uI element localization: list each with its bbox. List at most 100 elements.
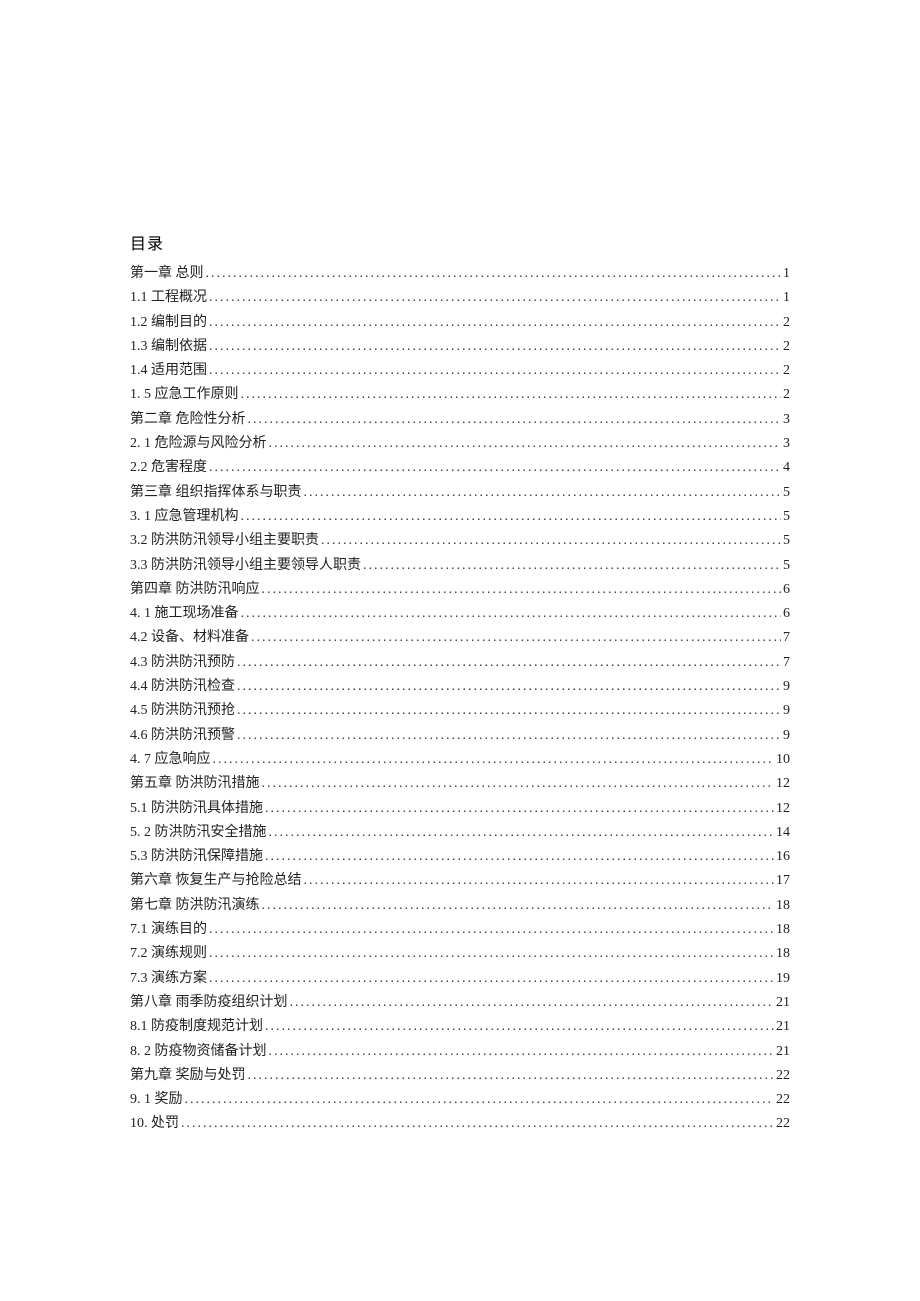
toc-entry-label: 4. 7 应急响应 <box>130 748 211 772</box>
toc-entry: 第六章 恢复生产与抢险总结17 <box>130 869 790 893</box>
toc-entry-page: 7 <box>783 651 790 675</box>
toc-entry-label: 7.3 演练方案 <box>130 967 207 991</box>
toc-entry-label: 9. 1 奖励 <box>130 1088 183 1112</box>
toc-entry-page: 2 <box>783 311 790 335</box>
toc-entry-label: 10. 处罚 <box>130 1112 179 1136</box>
toc-dot-leader <box>237 675 781 699</box>
toc-entry: 2.2 危害程度 4 <box>130 456 790 480</box>
toc-container: 第一章 总则11.1 工程概况11.2 编制目的21.3 编制依据21.4 适用… <box>130 262 790 1137</box>
toc-entry: 第八章 雨季防疫组织计划 21 <box>130 991 790 1015</box>
toc-dot-leader <box>209 967 774 991</box>
toc-dot-leader <box>262 894 775 918</box>
toc-entry: 5. 2 防洪防汛安全措施14 <box>130 821 790 845</box>
toc-dot-leader <box>209 311 781 335</box>
toc-entry-page: 9 <box>783 675 790 699</box>
toc-dot-leader <box>262 578 782 602</box>
toc-entry: 4. 7 应急响应 10 <box>130 748 790 772</box>
toc-entry: 7.1 演练目的 18 <box>130 918 790 942</box>
toc-entry-page: 22 <box>776 1088 790 1112</box>
toc-entry: 4.4 防洪防汛检查 9 <box>130 675 790 699</box>
toc-dot-leader <box>209 286 781 310</box>
toc-dot-leader <box>265 1015 774 1039</box>
toc-entry-label: 7.2 演练规则 <box>130 942 207 966</box>
toc-entry-page: 18 <box>776 942 790 966</box>
toc-entry: 4.3 防洪防汛预防 7 <box>130 651 790 675</box>
toc-dot-leader <box>206 262 782 286</box>
toc-entry-label: 8.1 防疫制度规范计划 <box>130 1015 263 1039</box>
toc-entry: 5.3 防洪防汛保障措施16 <box>130 845 790 869</box>
toc-entry-page: 3 <box>783 432 790 456</box>
toc-entry-label: 第三章 组织指挥体系与职责 <box>130 481 302 505</box>
toc-entry-page: 21 <box>776 991 790 1015</box>
toc-entry: 4.6 防洪防汛预警 9 <box>130 724 790 748</box>
toc-entry-label: 3.3 防洪防汛领导小组主要领导人职责 <box>130 554 361 578</box>
toc-entry-label: 2.2 危害程度 <box>130 456 207 480</box>
toc-entry-page: 6 <box>783 578 790 602</box>
toc-dot-leader <box>213 748 775 772</box>
toc-entry-page: 21 <box>776 1015 790 1039</box>
toc-entry-page: 22 <box>776 1112 790 1136</box>
toc-entry-page: 21 <box>776 1040 790 1064</box>
toc-entry: 1.1 工程概况1 <box>130 286 790 310</box>
toc-entry-page: 5 <box>783 554 790 578</box>
toc-entry: 1.2 编制目的2 <box>130 311 790 335</box>
toc-entry-label: 7.1 演练目的 <box>130 918 207 942</box>
toc-dot-leader <box>209 456 781 480</box>
toc-entry: 8. 2 防疫物资储备计划21 <box>130 1040 790 1064</box>
toc-entry-label: 4. 1 施工现场准备 <box>130 602 239 626</box>
toc-dot-leader <box>251 626 781 650</box>
toc-entry-label: 1.1 工程概况 <box>130 286 207 310</box>
toc-entry-page: 9 <box>783 699 790 723</box>
toc-entry: 10. 处罚 22 <box>130 1112 790 1136</box>
toc-entry-label: 5. 2 防洪防汛安全措施 <box>130 821 267 845</box>
toc-dot-leader <box>248 1064 775 1088</box>
toc-entry-page: 5 <box>783 505 790 529</box>
toc-entry-label: 4.3 防洪防汛预防 <box>130 651 235 675</box>
toc-entry: 1. 5 应急工作原则2 <box>130 383 790 407</box>
toc-dot-leader <box>237 651 781 675</box>
toc-entry-label: 第六章 恢复生产与抢险总结 <box>130 869 302 893</box>
toc-entry-label: 3. 1 应急管理机构 <box>130 505 239 529</box>
toc-dot-leader <box>269 432 782 456</box>
toc-entry: 第五章 防洪防汛措施12 <box>130 772 790 796</box>
toc-entry-page: 4 <box>783 456 790 480</box>
toc-entry: 9. 1 奖励 22 <box>130 1088 790 1112</box>
toc-entry: 第七章 防洪防汛演练 18 <box>130 894 790 918</box>
toc-entry: 4.5 防洪防汛预抢 9 <box>130 699 790 723</box>
toc-dot-leader <box>241 602 782 626</box>
toc-entry-page: 5 <box>783 529 790 553</box>
toc-entry-label: 5.1 防洪防汛具体措施 <box>130 797 263 821</box>
toc-entry: 1.4 适用范围2 <box>130 359 790 383</box>
toc-entry: 第二章 危险性分析3 <box>130 408 790 432</box>
toc-dot-leader <box>269 1040 775 1064</box>
toc-dot-leader <box>209 359 781 383</box>
toc-dot-leader <box>265 845 774 869</box>
toc-entry-label: 4.4 防洪防汛检查 <box>130 675 235 699</box>
toc-entry-label: 4.5 防洪防汛预抢 <box>130 699 235 723</box>
toc-dot-leader <box>321 529 781 553</box>
toc-entry-label: 第八章 雨季防疫组织计划 <box>130 991 288 1015</box>
toc-dot-leader <box>209 942 774 966</box>
toc-entry: 1.3 编制依据 2 <box>130 335 790 359</box>
toc-entry-page: 7 <box>783 626 790 650</box>
toc-dot-leader <box>290 991 775 1015</box>
toc-entry-label: 4.2 设备、材料准备 <box>130 626 249 650</box>
toc-entry-page: 16 <box>776 845 790 869</box>
toc-dot-leader <box>181 1112 774 1136</box>
toc-entry-page: 18 <box>776 894 790 918</box>
toc-entry-page: 2 <box>783 335 790 359</box>
toc-entry-page: 19 <box>776 967 790 991</box>
toc-entry: 第四章 防洪防汛响应6 <box>130 578 790 602</box>
toc-entry-label: 第七章 防洪防汛演练 <box>130 894 260 918</box>
toc-dot-leader <box>237 724 781 748</box>
toc-entry-page: 18 <box>776 918 790 942</box>
toc-entry-page: 10 <box>776 748 790 772</box>
toc-dot-leader <box>185 1088 775 1112</box>
toc-entry-label: 4.6 防洪防汛预警 <box>130 724 235 748</box>
toc-entry-page: 2 <box>783 359 790 383</box>
toc-entry-label: 第一章 总则 <box>130 262 204 286</box>
toc-entry-label: 1.3 编制依据 <box>130 335 207 359</box>
toc-entry-page: 9 <box>783 724 790 748</box>
toc-entry: 4.2 设备、材料准备 7 <box>130 626 790 650</box>
toc-dot-leader <box>304 869 775 893</box>
